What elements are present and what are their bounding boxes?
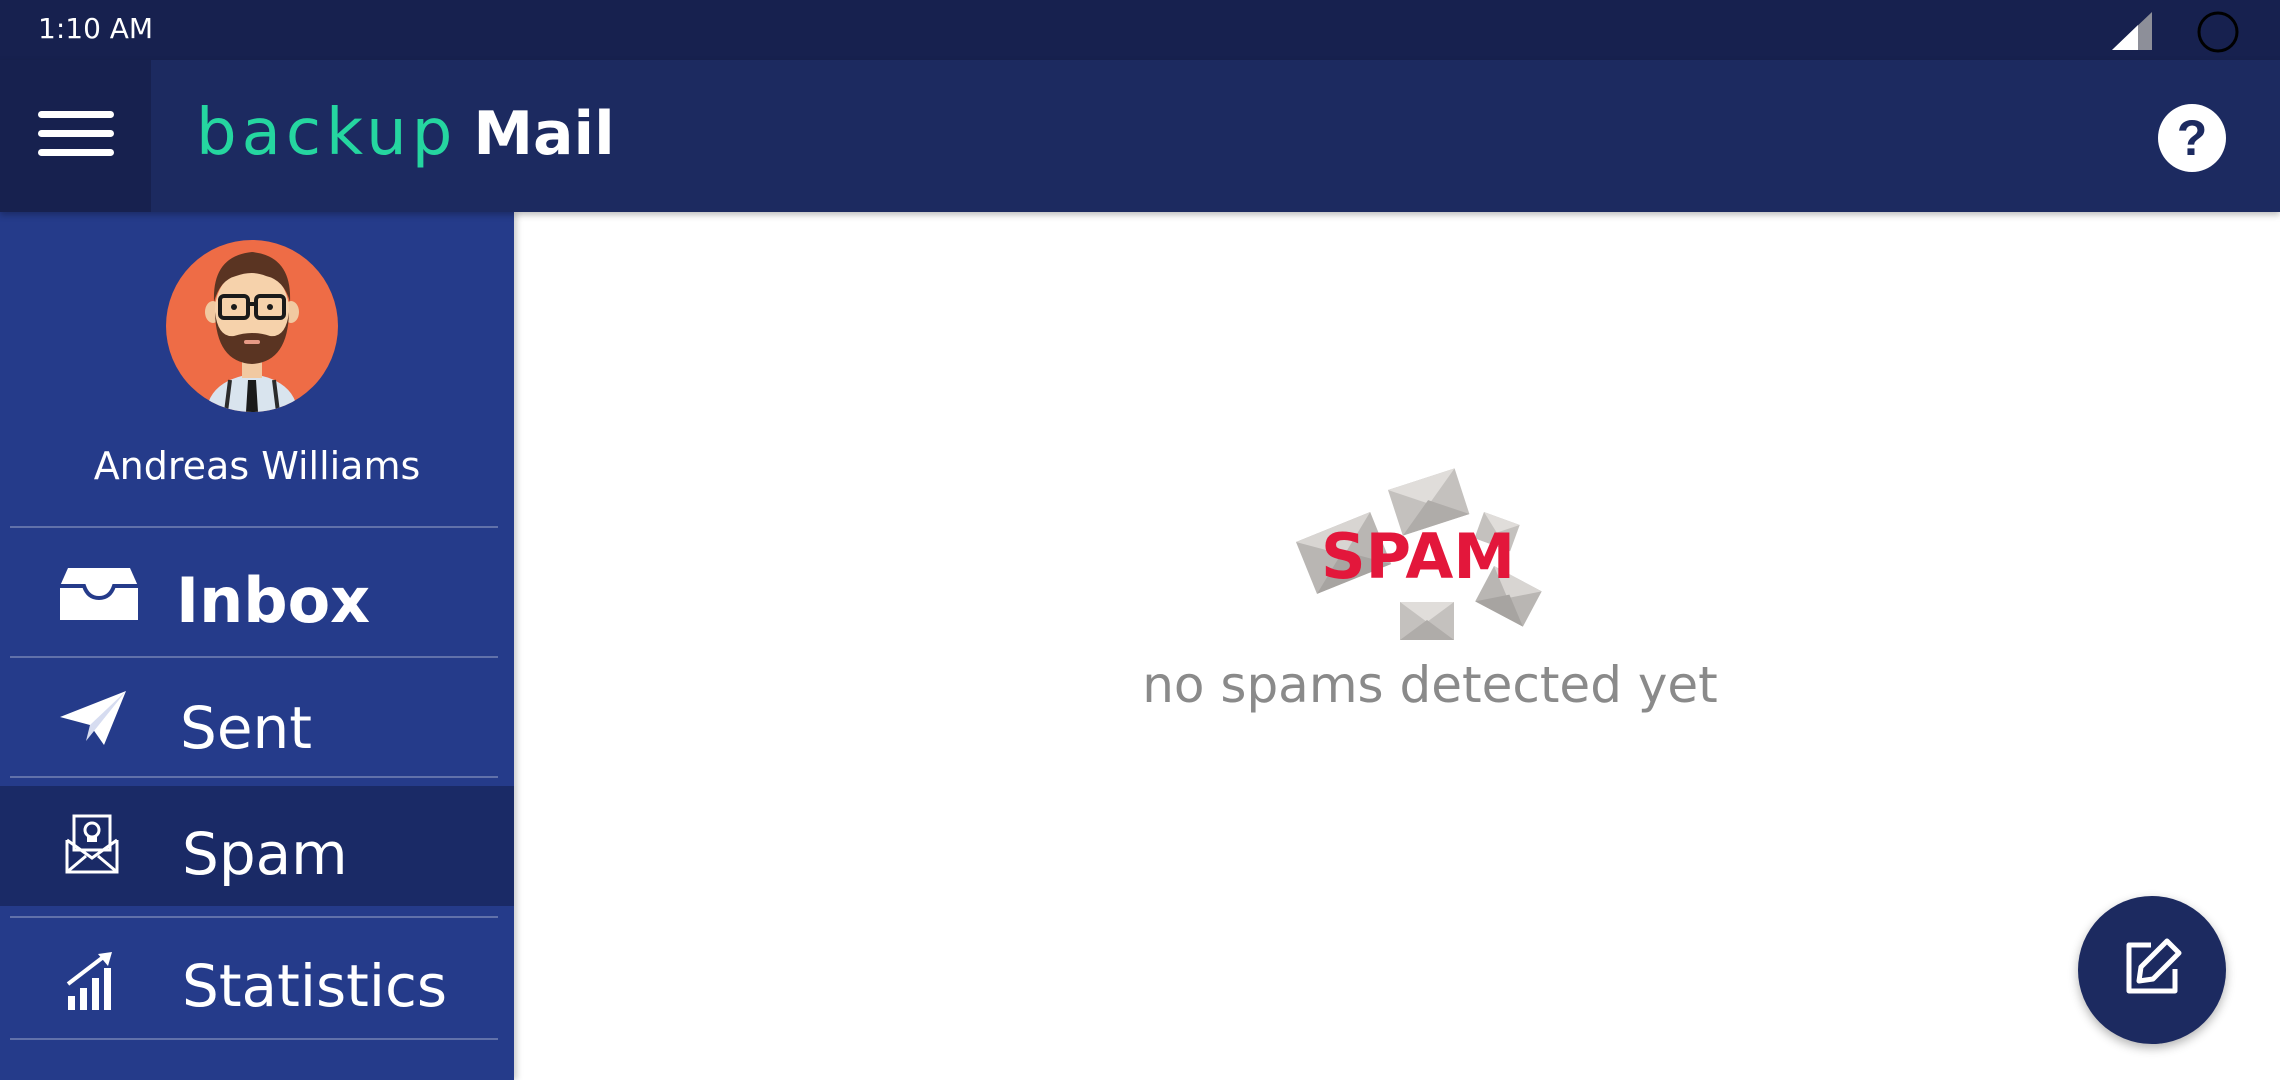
paper-plane-icon <box>58 688 128 748</box>
compose-edit-icon <box>2121 937 2183 1004</box>
sidebar-item-spam[interactable]: Spam <box>0 786 514 906</box>
compose-button[interactable] <box>2078 896 2226 1044</box>
sidebar-item-label: Statistics <box>182 952 448 1020</box>
sidebar-item-label: Spam <box>182 820 348 888</box>
sidebar-item-label: Sent <box>180 694 313 762</box>
status-time: 1:10 AM <box>38 12 154 45</box>
menu-button[interactable] <box>0 60 151 212</box>
inbox-tray-icon <box>58 564 140 624</box>
app-logo: backup Mail <box>196 96 615 176</box>
divider <box>10 1038 498 1040</box>
sidebar-item-inbox[interactable]: Inbox <box>0 528 514 668</box>
divider <box>10 776 498 778</box>
bar-chart-icon <box>66 952 118 1010</box>
signal-icon <box>2108 10 2156 57</box>
avatar <box>166 240 338 412</box>
status-bar: 1:10 AM <box>0 0 2280 60</box>
spam-envelope-icon <box>64 814 120 874</box>
sidebar-item-statistics[interactable]: Statistics <box>0 918 514 1042</box>
spam-empty-state: SPAM no spams detected yet <box>1120 450 1740 730</box>
spam-illustration: SPAM <box>1260 462 1570 657</box>
user-name: Andreas Williams <box>93 444 421 488</box>
sidebar-item-label: Inbox <box>176 564 371 637</box>
empty-message: no spams detected yet <box>1142 656 1718 714</box>
app-bar: backup Mail ? <box>0 60 2280 212</box>
hamburger-menu-icon <box>37 110 114 162</box>
loading-circle-icon <box>2196 10 2240 59</box>
logo-mail-text: Mail <box>473 99 615 169</box>
spam-badge-text: SPAM <box>1321 520 1515 593</box>
sidebar-item-sent[interactable]: Sent <box>0 658 514 778</box>
logo-backup-text: backup <box>196 96 458 170</box>
navigation-drawer: Andreas Williams Inbox Sent Spam Statist… <box>0 212 514 1080</box>
help-button[interactable]: ? <box>2158 104 2226 172</box>
